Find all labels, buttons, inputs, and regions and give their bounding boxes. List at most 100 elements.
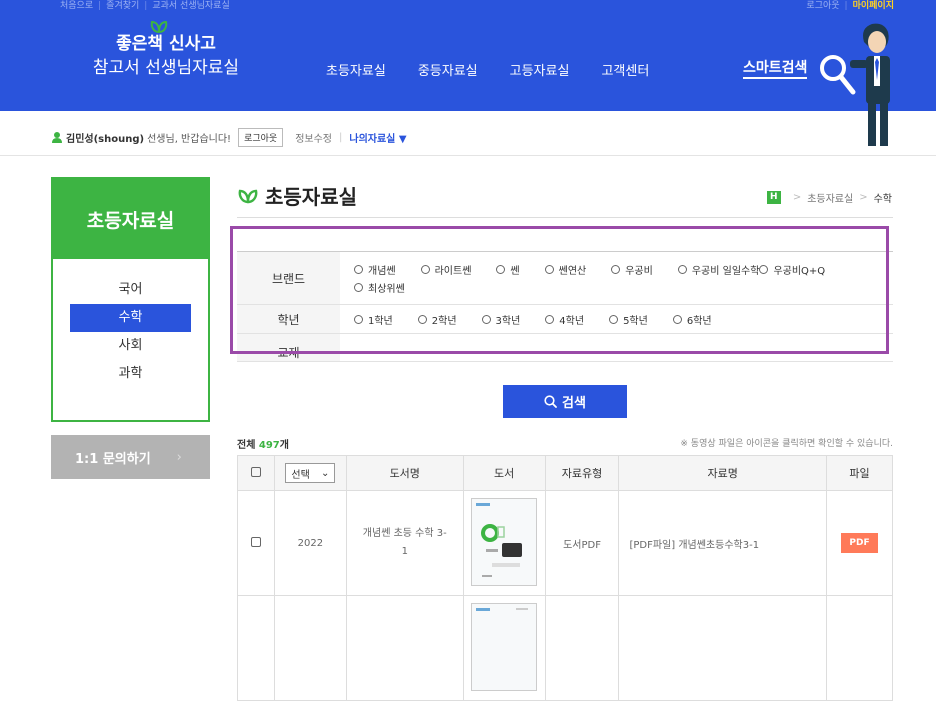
sidebar-item-social[interactable]: 사회 [70, 332, 191, 360]
grade-option[interactable]: 2학년 [417, 310, 457, 328]
brand-option[interactable]: 쎈연산 [544, 260, 587, 278]
util-logout-link[interactable]: 로그아웃 [806, 1, 839, 11]
brand-option-label: 우공비 일일수학 [691, 265, 760, 277]
radio-icon[interactable] [609, 314, 619, 324]
brand-option[interactable]: 쎈 [496, 260, 520, 278]
select-all-checkbox[interactable] [250, 466, 261, 477]
util-link-home[interactable]: 처음으로 [60, 1, 93, 11]
my-room-dropdown[interactable]: 나의자료실 ▼ [349, 130, 406, 145]
grade-option-label: 5학년 [623, 315, 648, 327]
grade-option-label: 1학년 [368, 315, 393, 327]
book-cover-icon [476, 503, 523, 577]
header-type: 자료유형 [544, 455, 620, 491]
util-link-favorites[interactable]: 즐겨찾기 [106, 1, 139, 11]
brand-option[interactable]: 우공비 일일수학 [677, 260, 760, 278]
user-bar: 김민성(shoung) 선생님, 반갑습니다! 로그아웃 정보수정 | 나의자료… [0, 111, 936, 156]
filter-panel: 브랜드 개념쎈 라이트쎈 쎈 쎈연산 우공비 우공비 일일수학 우공비Q+Q 최… [237, 251, 893, 362]
sidebar: 초등자료실 국어 수학 사회 과학 [51, 177, 210, 422]
filter-row-grade: 학년 1학년 2학년 3학년 4학년 5학년 6학년 [237, 305, 893, 334]
breadcrumb-level1[interactable]: 초등자료실 [807, 190, 853, 205]
pdf-download-button[interactable]: PDF [841, 533, 878, 553]
smart-search-link[interactable]: 스마트검색 [743, 59, 808, 79]
header-file: 파일 [826, 455, 893, 491]
header-title: 자료명 [618, 455, 828, 491]
leaf-title-icon [238, 189, 258, 203]
radio-icon[interactable] [544, 264, 554, 274]
edit-info-link[interactable]: 정보수정 [295, 130, 332, 145]
logo-line1: 좋은책 신사고 [116, 34, 216, 54]
chevron-right-icon: › [176, 449, 182, 465]
radio-icon[interactable] [672, 314, 682, 324]
brand-option-label: 쎈연산 [558, 265, 587, 277]
video-notice: ※ 동영상 파일은 아이콘을 클릭하면 확인할 수 있습니다. [680, 439, 893, 449]
grade-option-label: 2학년 [431, 315, 457, 327]
radio-icon[interactable] [354, 314, 363, 324]
mypage-link[interactable]: 마이페이지 [853, 1, 894, 11]
breadcrumb: H > 초등자료실 > 수학 [766, 190, 892, 205]
grade-option-label: 4학년 [559, 315, 585, 327]
book-cover-image[interactable] [471, 603, 538, 691]
brand-option-label: 쎈 [510, 265, 520, 277]
grade-option-label: 6학년 [686, 315, 712, 327]
material-table: 선택 ⌄ 도서명 도서 자료유형 자료명 파일 2022 개념쎈 초등 수학 3-… [237, 455, 893, 701]
header-select-cell: 선택 ⌄ [273, 455, 347, 491]
nav-elementary[interactable]: 초등자료실 [326, 60, 386, 79]
sidebar-item-korean[interactable]: 국어 [70, 276, 191, 304]
grade-option[interactable]: 6학년 [672, 310, 712, 328]
main-nav: 초등자료실 중등자료실 고등자료실 고객센터 [326, 60, 681, 79]
year-select[interactable]: 선택 ⌄ [285, 463, 336, 483]
row-checkbox[interactable] [250, 536, 261, 547]
radio-icon[interactable] [545, 314, 555, 324]
row-book-name: 개념쎈 초등 수학 3-1 [345, 490, 464, 596]
filter-label-textbook: 교재 [237, 334, 340, 361]
logo-line2: 참고서 선생님자료실 [92, 58, 240, 78]
radio-icon[interactable] [611, 264, 621, 274]
brand-option[interactable]: 최상위쎈 [354, 279, 405, 297]
table-row: 2022 개념쎈 초등 수학 3-1 도서PDF [PDF파일] 개념쎈초등수학… [237, 490, 893, 596]
table-row [237, 595, 893, 701]
year-select-label: 선택 [291, 469, 310, 481]
table-header-row: 선택 ⌄ 도서명 도서 자료유형 자료명 파일 [237, 455, 893, 491]
brand-option[interactable]: 우공비 [611, 260, 653, 278]
sidebar-item-science[interactable]: 과학 [70, 360, 191, 388]
grade-option[interactable]: 5학년 [609, 310, 648, 328]
grade-option[interactable]: 4학년 [545, 310, 584, 328]
grade-option[interactable]: 1학년 [354, 310, 393, 328]
site-header: 처음으로 | 즐겨찾기 | 교과서 선생님자료실 로그아웃 | 마이페이지 좋은책 신사고 … [0, 0, 936, 146]
radio-icon[interactable] [759, 264, 769, 274]
radio-icon[interactable] [677, 264, 687, 274]
filter-label-brand: 브랜드 [237, 252, 340, 304]
utility-links: 처음으로 | 즐겨찾기 | 교과서 선생님자료실 [60, 1, 230, 11]
qna-button[interactable]: 1:1 문의하기 › [51, 435, 210, 479]
radio-icon[interactable] [354, 264, 363, 274]
radio-icon[interactable] [481, 314, 491, 324]
nav-customer-center[interactable]: 고객센터 [601, 60, 649, 79]
brand-option-label: 우공비 [625, 265, 653, 277]
grade-option[interactable]: 3학년 [481, 310, 520, 328]
radio-icon[interactable] [417, 314, 427, 324]
search-button[interactable]: 검색 [503, 385, 627, 418]
sidebar-item-math[interactable]: 수학 [70, 304, 191, 332]
logout-button[interactable]: 로그아웃 [238, 128, 284, 147]
brand-option[interactable]: 우공비Q+Q [759, 260, 825, 278]
radio-icon[interactable] [496, 264, 506, 274]
site-logo[interactable]: 좋은책 신사고 참고서 선생님자료실 [86, 20, 246, 80]
util-link-textbook-room[interactable]: 교과서 선생님자료실 [152, 1, 229, 11]
row-title[interactable]: [PDF파일] 개념쎈초등수학3-1 [618, 490, 828, 596]
book-cover-image[interactable] [471, 498, 538, 586]
nav-high[interactable]: 고등자료실 [510, 60, 570, 79]
header-book-name: 도서명 [345, 455, 464, 491]
chevron-down-icon: ⌄ [321, 467, 330, 479]
row-type: 도서PDF [544, 490, 620, 596]
user-greeting: 선생님, 반갑습니다! [147, 134, 232, 145]
home-icon[interactable]: H [766, 191, 781, 204]
radio-icon[interactable] [420, 264, 430, 274]
nav-middle[interactable]: 중등자료실 [418, 60, 478, 79]
filter-label-grade: 학년 [237, 305, 340, 333]
utility-account: 로그아웃 | 마이페이지 [806, 1, 894, 11]
search-button-label: 검색 [562, 396, 586, 411]
brand-option-label: 우공비Q+Q [773, 265, 826, 277]
brand-option[interactable]: 개념쎈 [354, 260, 396, 278]
radio-icon[interactable] [354, 283, 363, 292]
brand-option[interactable]: 라이트쎈 [420, 260, 471, 278]
